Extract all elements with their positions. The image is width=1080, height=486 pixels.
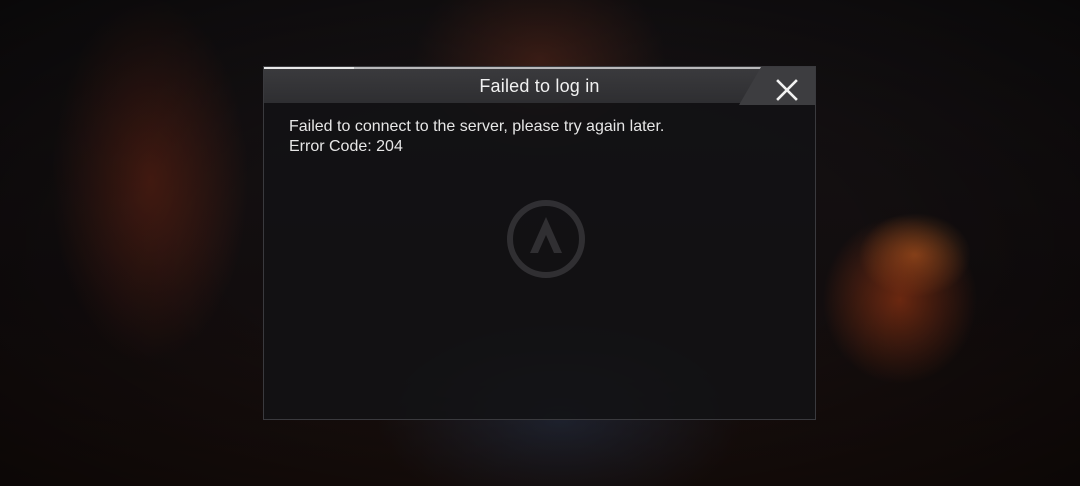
- error-code: Error Code: 204: [289, 138, 403, 155]
- game-background: Failed to log in Failed to connect to th…: [0, 0, 1080, 486]
- error-dialog: Failed to log in Failed to connect to th…: [263, 66, 816, 420]
- dialog-title: Failed to log in: [479, 76, 600, 96]
- header-accent-line: [264, 67, 354, 69]
- close-button[interactable]: [775, 78, 799, 102]
- dialog-header: Failed to log in: [264, 67, 815, 105]
- dialog-body: Failed to connect to the server, please …: [289, 117, 790, 157]
- close-icon: [776, 79, 798, 101]
- game-logo-watermark-icon: [507, 200, 585, 278]
- error-message: Failed to connect to the server, please …: [289, 118, 665, 135]
